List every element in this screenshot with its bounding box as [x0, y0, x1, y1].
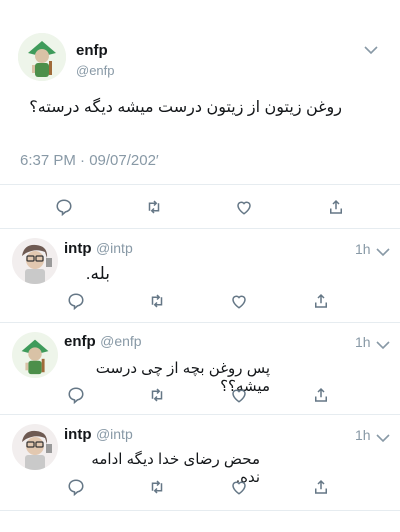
share-button[interactable]	[322, 196, 350, 218]
retweet-button[interactable]	[143, 384, 171, 406]
share-icon	[330, 199, 342, 214]
like-button[interactable]	[225, 384, 253, 406]
reply-time[interactable]: 1h	[355, 241, 371, 257]
divider	[0, 414, 400, 415]
share-icon	[315, 479, 327, 494]
divider	[0, 228, 400, 229]
reply-button[interactable]	[62, 476, 90, 498]
author-name[interactable]: enfp	[76, 42, 108, 59]
reply-author-name[interactable]: intp	[64, 240, 92, 257]
reply-time[interactable]: 1h	[355, 334, 371, 350]
like-icon	[232, 481, 246, 495]
tweet-text: روغن زیتون از زیتون درست میشه دیگه درسته…	[29, 99, 342, 116]
chevron-down-icon[interactable]	[376, 337, 390, 355]
divider	[0, 184, 400, 185]
avatar-enfp[interactable]	[18, 33, 66, 81]
retweet-icon	[148, 200, 160, 214]
like-button[interactable]	[225, 290, 253, 312]
like-icon	[232, 295, 246, 309]
like-button[interactable]	[225, 476, 253, 498]
share-icon	[315, 293, 327, 308]
chevron-down-icon[interactable]	[376, 244, 390, 262]
share-icon	[315, 387, 327, 402]
reply-button[interactable]	[50, 196, 78, 218]
like-button[interactable]	[230, 196, 258, 218]
reply-author-handle[interactable]: @intp	[96, 426, 133, 442]
reply-author-name[interactable]: enfp	[64, 333, 96, 350]
share-button[interactable]	[307, 290, 335, 312]
retweet-button[interactable]	[140, 196, 168, 218]
avatar-intp[interactable]	[12, 238, 58, 284]
author-handle[interactable]: @enfp	[76, 63, 115, 78]
retweet-icon	[151, 388, 163, 402]
like-icon	[232, 389, 246, 403]
divider	[0, 510, 400, 511]
retweet-icon	[151, 480, 163, 494]
reply-author-handle[interactable]: @intp	[96, 240, 133, 256]
tweet-timestamp: 6:37 PM · 09/07/202′	[20, 152, 159, 169]
reply-button[interactable]	[62, 384, 90, 406]
avatar-intp[interactable]	[12, 424, 58, 470]
share-button[interactable]	[307, 384, 335, 406]
retweet-icon	[151, 294, 163, 308]
chevron-down-icon[interactable]	[364, 42, 378, 60]
reply-icon	[68, 387, 84, 404]
reply-button[interactable]	[62, 290, 90, 312]
reply-author-name[interactable]: intp	[64, 426, 92, 443]
reply-time[interactable]: 1h	[355, 427, 371, 443]
chevron-down-icon[interactable]	[376, 430, 390, 448]
reply-icon	[68, 293, 84, 310]
like-icon	[237, 201, 251, 215]
reply-author-handle[interactable]: @enfp	[100, 333, 141, 349]
reply-icon	[68, 479, 84, 496]
retweet-button[interactable]	[143, 290, 171, 312]
reply-icon	[56, 199, 72, 216]
avatar-enfp[interactable]	[12, 332, 58, 378]
divider	[0, 322, 400, 323]
retweet-button[interactable]	[143, 476, 171, 498]
share-button[interactable]	[307, 476, 335, 498]
reply-text: بله.	[85, 264, 110, 283]
